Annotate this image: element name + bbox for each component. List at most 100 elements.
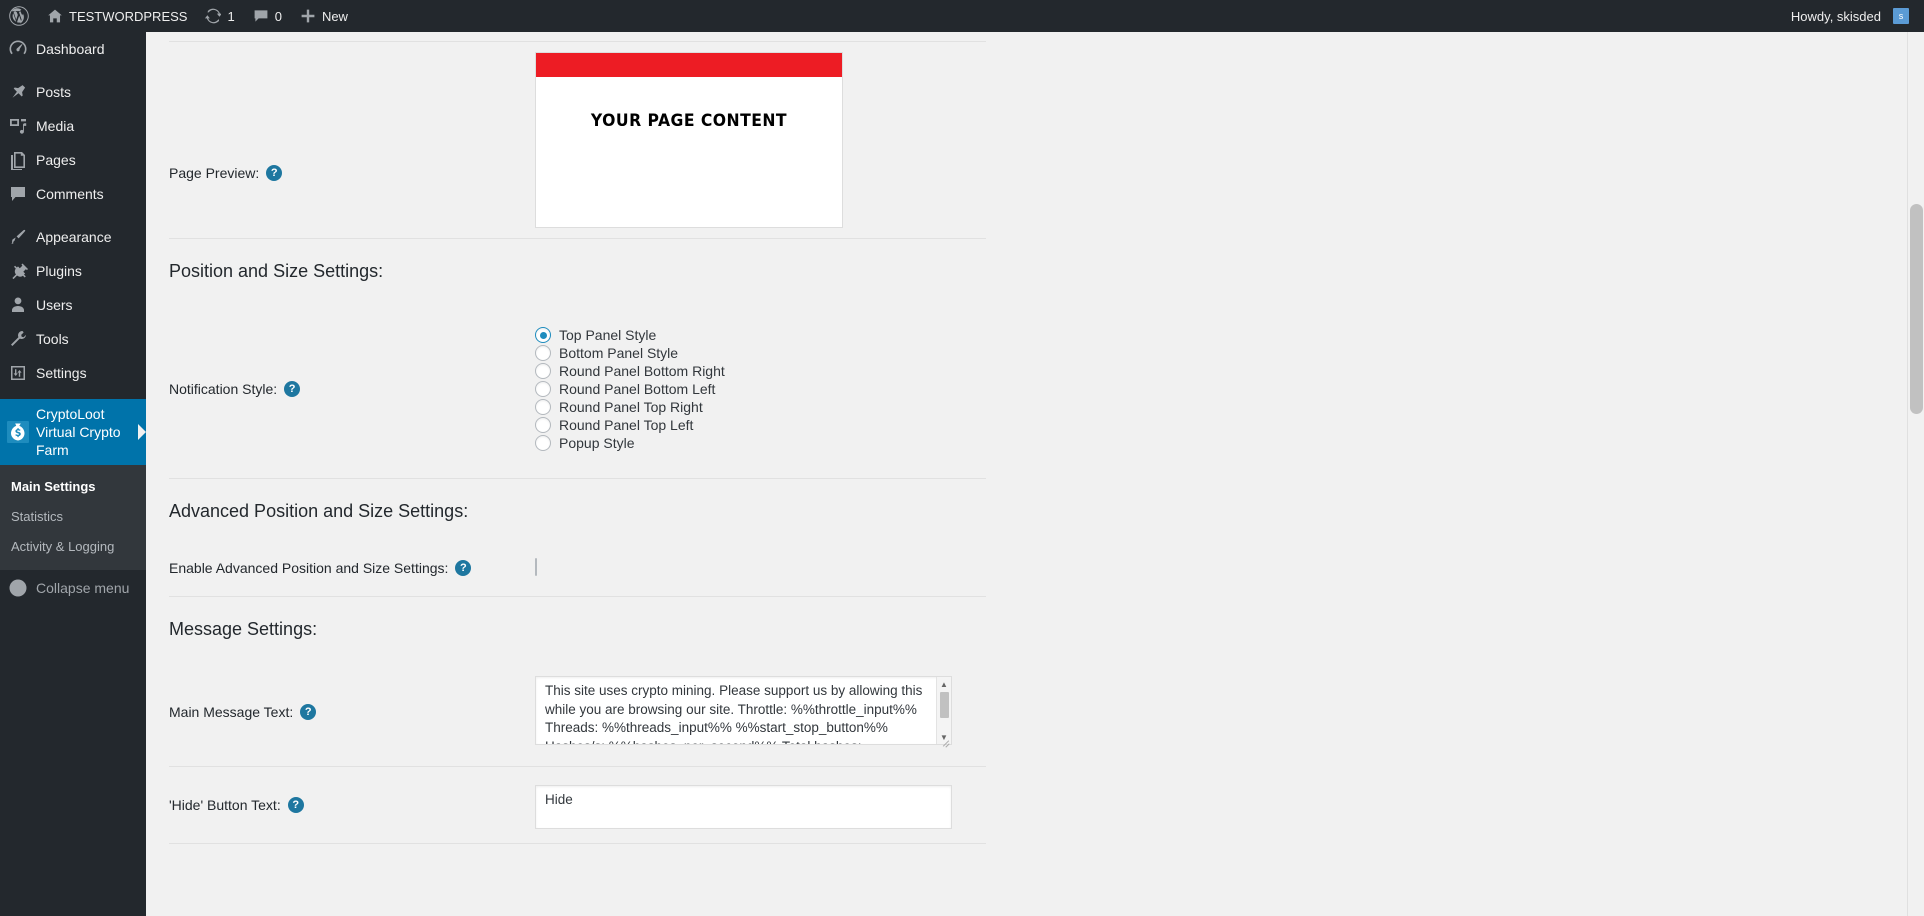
sidebar-item-label: Comments: [36, 186, 104, 202]
message-settings-heading: Message Settings:: [169, 619, 318, 639]
sidebar-item-appearance[interactable]: Appearance: [0, 220, 146, 254]
sidebar-item-label: Settings: [36, 365, 87, 381]
radio-popup-style[interactable]: Popup Style: [535, 434, 976, 452]
page-preview-cell: YOUR PAGE CONTENT: [535, 42, 986, 238]
site-name-label: TESTWORDPRESS: [69, 8, 188, 24]
hide-button-text-row: 'Hide' Button Text: ?: [169, 766, 986, 843]
adminbar-site-name[interactable]: TESTWORDPRESS: [38, 0, 196, 32]
sidebar-item-media[interactable]: Media: [0, 109, 146, 143]
message-settings-table: Main Message Text: ? ▲ ▼ 'Hide' Button T…: [169, 658, 986, 843]
advanced-position-table: Enable Advanced Position and Size Settin…: [169, 540, 986, 596]
hide-button-textarea[interactable]: [535, 785, 952, 829]
textarea-resize-handle[interactable]: [942, 738, 950, 746]
sidebar-item-cryptoloot[interactable]: CryptoLoot Virtual Crypto Farm: [0, 399, 146, 465]
sidebar-item-pages[interactable]: Pages: [0, 143, 146, 177]
submenu-item-statistics[interactable]: Statistics: [0, 502, 146, 532]
home-icon: [47, 8, 63, 24]
sidebar-item-settings[interactable]: Settings: [0, 356, 146, 390]
help-icon[interactable]: ?: [287, 797, 304, 813]
notification-style-label-cell: Notification Style: ?: [169, 300, 535, 478]
radio-label: Round Panel Bottom Left: [559, 381, 716, 397]
radio-mark[interactable]: [535, 435, 551, 451]
adminbar-updates[interactable]: 1: [196, 0, 243, 32]
comment-bubble-icon: [253, 8, 269, 24]
adminbar-wp-logo[interactable]: [0, 0, 38, 32]
wordpress-logo-icon: [9, 6, 29, 26]
textarea-scrollbar[interactable]: ▲ ▼: [936, 677, 951, 744]
radio-mark[interactable]: [535, 417, 551, 433]
main-message-textarea[interactable]: [535, 676, 952, 745]
page-content-placeholder-text: YOUR PAGE CONTENT: [590, 111, 788, 131]
help-icon[interactable]: ?: [266, 165, 283, 181]
admin-menu: Dashboard Posts Media Pages Comments App…: [0, 32, 146, 606]
scrollbar-thumb[interactable]: [940, 692, 949, 718]
sidebar-item-plugins[interactable]: Plugins: [0, 254, 146, 288]
page-preview-table: Page Preview: ? YOUR PAGE CONTENT: [169, 42, 986, 238]
help-icon[interactable]: ?: [455, 560, 472, 576]
radio-top-panel-style[interactable]: Top Panel Style: [535, 326, 976, 344]
radio-round-panel-bottom-left[interactable]: Round Panel Bottom Left: [535, 380, 976, 398]
help-icon[interactable]: ?: [284, 381, 301, 397]
sidebar-item-comments[interactable]: Comments: [0, 177, 146, 211]
main-message-label: Main Message Text:: [169, 704, 294, 720]
radio-label: Round Panel Top Right: [559, 399, 703, 415]
enable-advanced-checkbox[interactable]: [535, 558, 537, 576]
submenu-item-activity-logging[interactable]: Activity & Logging: [0, 532, 146, 562]
adminbar-comments[interactable]: 0: [244, 0, 291, 32]
plus-icon: [300, 8, 316, 24]
hide-button-input-cell: [535, 767, 986, 843]
dashboard-icon: [0, 39, 36, 59]
adminbar-new-content[interactable]: New: [291, 0, 357, 32]
collapse-arrow-icon: [0, 578, 36, 598]
main-message-label-cell: Main Message Text: ?: [169, 658, 535, 766]
page-preview-row: Page Preview: ? YOUR PAGE CONTENT: [169, 42, 986, 238]
sidebar-item-users[interactable]: Users: [0, 288, 146, 322]
radio-round-panel-bottom-right[interactable]: Round Panel Bottom Right: [535, 362, 976, 380]
money-bag-badge: [7, 421, 29, 443]
radio-label: Bottom Panel Style: [559, 345, 679, 361]
divider: [169, 843, 986, 844]
sidebar-item-dashboard[interactable]: Dashboard: [0, 32, 146, 66]
page-preview-label: Page Preview:: [169, 165, 260, 181]
page-scrollbar[interactable]: [1907, 32, 1924, 916]
radio-mark[interactable]: [535, 327, 551, 343]
scroll-up-arrow-icon[interactable]: ▲: [937, 677, 952, 691]
sidebar-item-label: Users: [36, 297, 73, 313]
enable-advanced-label-cell: Enable Advanced Position and Size Settin…: [169, 540, 535, 596]
comment-bubble-icon: [0, 184, 36, 204]
help-icon[interactable]: ?: [300, 704, 317, 720]
submenu-item-main-settings[interactable]: Main Settings: [0, 472, 146, 502]
radio-round-panel-top-right[interactable]: Round Panel Top Right: [535, 398, 976, 416]
sidebar-item-label: CryptoLoot Virtual Crypto Farm: [36, 406, 121, 458]
radio-mark[interactable]: [535, 345, 551, 361]
sidebar-item-label: Posts: [36, 84, 72, 100]
main-message-row: Main Message Text: ? ▲ ▼: [169, 658, 986, 766]
menu-separator: [0, 66, 146, 75]
notification-style-row: Notification Style: ? Top Panel Style Bo…: [169, 300, 986, 478]
radio-label: Round Panel Top Left: [559, 417, 694, 433]
notification-style-label: Notification Style:: [169, 381, 278, 397]
sidebar-item-tools[interactable]: Tools: [0, 322, 146, 356]
page-preview-label-cell: Page Preview: ?: [169, 42, 535, 238]
page-scrollbar-thumb[interactable]: [1910, 204, 1923, 414]
radio-bottom-panel-style[interactable]: Bottom Panel Style: [535, 344, 976, 362]
pages-icon: [0, 150, 36, 170]
main-content: Page Preview: ? YOUR PAGE CONTENT Positi…: [146, 32, 1924, 916]
sidebar-item-label: Dashboard: [36, 41, 105, 57]
collapse-menu-button[interactable]: Collapse menu: [0, 570, 146, 606]
sidebar-item-posts[interactable]: Posts: [0, 75, 146, 109]
sidebar-item-label: Appearance: [36, 229, 112, 245]
main-message-input-cell: ▲ ▼: [535, 658, 986, 766]
radio-mark[interactable]: [535, 381, 551, 397]
advanced-position-heading: Advanced Position and Size Settings:: [169, 501, 469, 521]
admin-sidebar: Dashboard Posts Media Pages Comments App…: [0, 32, 146, 916]
adminbar-my-account[interactable]: Howdy, skisded s: [1782, 0, 1918, 32]
menu-separator: [0, 390, 146, 399]
radio-mark[interactable]: [535, 363, 551, 379]
hide-button-label: 'Hide' Button Text:: [169, 797, 281, 813]
pin-icon: [0, 82, 36, 102]
position-size-heading: Position and Size Settings:: [169, 261, 384, 281]
radio-mark[interactable]: [535, 399, 551, 415]
plug-icon: [0, 261, 36, 281]
radio-round-panel-top-left[interactable]: Round Panel Top Left: [535, 416, 976, 434]
